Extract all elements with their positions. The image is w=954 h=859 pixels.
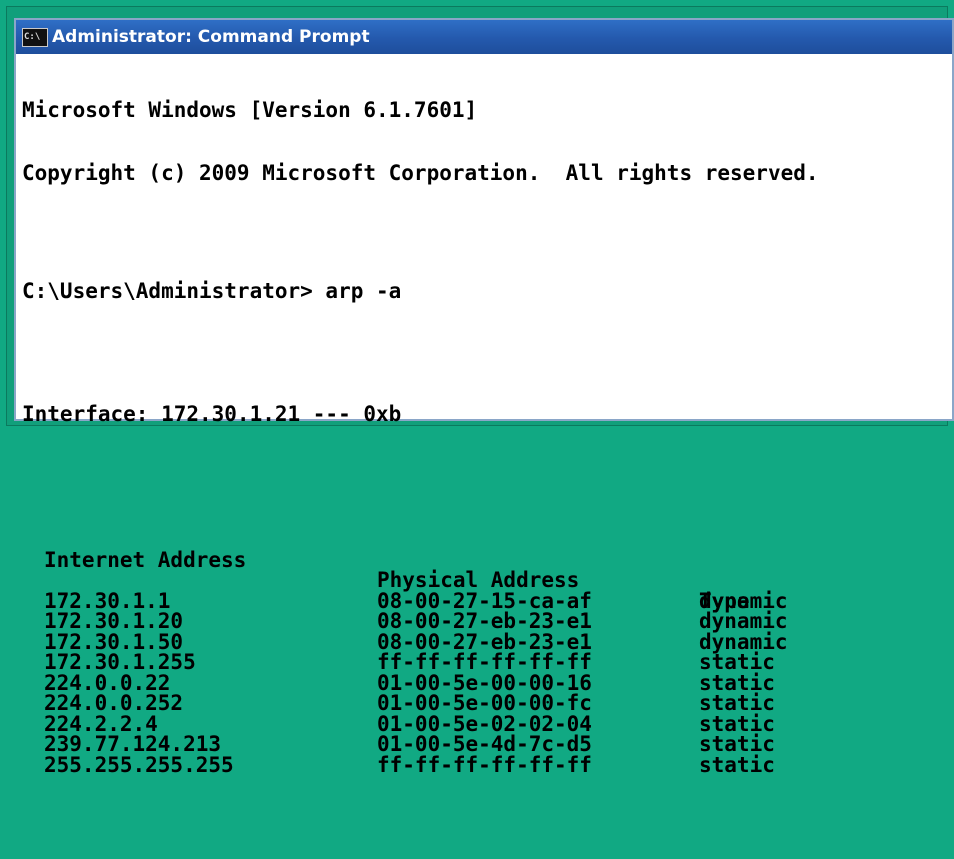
physical-address-cell: 01-00-5e-00-00-fc: [377, 691, 592, 715]
type-cell: static: [699, 691, 775, 715]
internet-address-cell: 224.0.0.252: [44, 691, 184, 715]
internet-address-cell: 224.2.2.4: [44, 711, 158, 736]
table-row: 224.0.0.252 01-00-5e-00-00-fc static: [22, 693, 952, 714]
console-output[interactable]: Microsoft Windows [Version 6.1.7601] Cop…: [22, 58, 952, 775]
internet-address-cell: 172.30.1.1: [44, 588, 171, 613]
command-prompt-window[interactable]: C:\ Administrator: Command Prompt Micros…: [14, 18, 954, 775]
type-cell: dynamic: [699, 588, 788, 613]
internet-address-cell: 255.255.255.255: [44, 752, 234, 777]
title-bar[interactable]: C:\ Administrator: Command Prompt: [16, 20, 952, 54]
type-cell: static: [699, 711, 775, 736]
physical-address-cell: ff-ff-ff-ff-ff-ff: [377, 752, 592, 777]
type-cell: static: [699, 752, 775, 777]
cmd-icon: C:\: [22, 27, 48, 47]
internet-address-cell: 172.30.1.50: [44, 629, 184, 654]
table-row: 172.30.1.20 08-00-27-eb-23-e1 dynamic: [22, 611, 952, 632]
physical-address-cell: 01-00-5e-4d-7c-d5: [377, 732, 592, 756]
physical-address-cell: 08-00-27-eb-23-e1: [377, 629, 592, 654]
table-row: 255.255.255.255 ff-ff-ff-ff-ff-ff static: [22, 752, 952, 777]
table-row: 172.30.1.50 08-00-27-eb-23-e1 dynamic: [22, 629, 952, 654]
internet-address-cell: 172.30.1.20: [44, 609, 184, 633]
header-internet-address: Internet Address: [44, 547, 247, 572]
header-physical-address: Physical Address: [377, 568, 580, 592]
table-row: 172.30.1.255 ff-ff-ff-ff-ff-ff static: [22, 652, 952, 673]
physical-address-cell: 01-00-5e-00-00-16: [377, 670, 592, 695]
physical-address-cell: 01-00-5e-02-02-04: [377, 711, 592, 736]
command-prompt-line: C:\Users\Administrator> arp -a: [22, 279, 402, 303]
type-cell: static: [699, 670, 775, 695]
type-cell: static: [699, 650, 775, 674]
physical-address-cell: ff-ff-ff-ff-ff-ff: [377, 650, 592, 674]
version-line: Microsoft Windows [Version 6.1.7601]: [22, 98, 478, 122]
table-row: 239.77.124.213 01-00-5e-4d-7c-d5 static: [22, 734, 952, 755]
type-cell: dynamic: [699, 629, 788, 654]
type-cell: dynamic: [699, 609, 788, 633]
physical-address-cell: 08-00-27-eb-23-e1: [377, 609, 592, 633]
internet-address-cell: 224.0.0.22: [44, 670, 171, 695]
table-row: 172.30.1.1 08-00-27-15-ca-af dynamic: [22, 588, 952, 613]
interface-line: Interface: 172.30.1.21 --- 0xb: [22, 402, 402, 426]
internet-address-cell: 239.77.124.213: [44, 732, 222, 756]
type-cell: static: [699, 732, 775, 756]
physical-address-cell: 08-00-27-15-ca-af: [377, 588, 592, 613]
copyright-line: Copyright (c) 2009 Microsoft Corporation…: [22, 161, 819, 185]
window-title: Administrator: Command Prompt: [52, 27, 370, 47]
table-row: 224.0.0.22 01-00-5e-00-00-16 static: [22, 670, 952, 695]
internet-address-cell: 172.30.1.255: [44, 650, 196, 674]
table-row: 224.2.2.4 01-00-5e-02-02-04 static: [22, 711, 952, 736]
arp-table-header: Internet Address Physical Address Type: [22, 529, 952, 611]
arp-table: Internet Address Physical Address Type 1…: [22, 488, 952, 816]
